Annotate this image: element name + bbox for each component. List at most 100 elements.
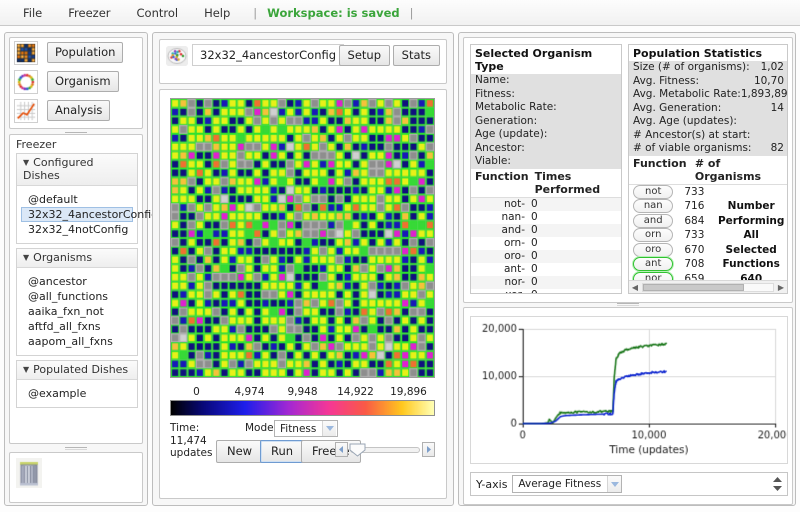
slider-thumb[interactable]	[349, 443, 366, 457]
toolbox-row-analysis[interactable]: Analysis	[10, 96, 142, 125]
mode-label: Mode	[245, 422, 274, 434]
population-grid-icon	[14, 41, 38, 65]
time-readout-line1: Time:	[170, 422, 222, 435]
menu-file[interactable]: File	[10, 3, 55, 23]
workspace-status: Workspace: is saved	[267, 6, 399, 20]
right-panel: Selected Organism Type Name:Fitness:Meta…	[458, 32, 796, 506]
fitness-chart[interactable]	[470, 316, 788, 464]
selected-organism-field: Ancestor:	[471, 142, 621, 156]
field-key: Generation:	[475, 115, 537, 129]
function-toggle-nan[interactable]: nan	[633, 199, 673, 213]
colorbar-tick: 9,948	[276, 386, 329, 398]
menu-freezer[interactable]: Freezer	[55, 3, 123, 23]
freezer-group-label: Configured Dishes	[23, 156, 93, 182]
row-function: nan-	[471, 211, 531, 224]
setup-button[interactable]: Setup	[339, 45, 390, 66]
analysis-button[interactable]: Analysis	[47, 100, 110, 121]
freezer-item[interactable]: aftfd_all_fxns	[21, 319, 133, 334]
freezer-item[interactable]: @default	[21, 192, 133, 207]
freezer-item[interactable]: @ancestor	[21, 274, 133, 289]
row-times: 0	[531, 198, 581, 211]
row-note: Functions	[715, 258, 787, 270]
y-axis-select[interactable]: Average Fitness	[512, 475, 622, 493]
organism-button[interactable]: Organism	[47, 71, 119, 92]
splitter-handle-bottom[interactable]	[65, 447, 87, 450]
colorbar-tick: 14,922	[329, 386, 382, 398]
field-key: Size (# of organisms):	[633, 61, 750, 75]
trash-can-icon[interactable]	[16, 458, 42, 488]
playback-slider[interactable]	[335, 442, 435, 458]
freezer-group-configured-dishes: ▼Configured Dishes @default32x32_4ancesto…	[16, 153, 138, 244]
splitter-handle-chart[interactable]	[617, 303, 639, 306]
mode-select-value: Fitness	[275, 423, 322, 435]
caret-down-icon[interactable]: ▼	[23, 158, 29, 167]
function-toggle-orn[interactable]: orn	[633, 228, 673, 242]
sot-col-function: Function	[475, 170, 529, 196]
freezer-group-body: @example	[17, 380, 137, 407]
y-axis-spinner[interactable]	[771, 474, 784, 494]
population-button[interactable]: Population	[47, 42, 123, 63]
menu-help[interactable]: Help	[191, 3, 243, 23]
row-organism-count: 670	[673, 244, 715, 256]
freezer-group-organisms: ▼Organisms @ancestor@all_functionsaaika_f…	[16, 248, 138, 356]
organism-ring-icon	[14, 70, 38, 94]
selected-organism-row: nan-0	[471, 211, 621, 224]
population-statistics-title: Population Statistics	[629, 45, 787, 61]
row-organism-count: 733	[673, 229, 715, 241]
caret-down-icon[interactable]: ▼	[23, 365, 29, 374]
function-toggle-oro[interactable]: oro	[633, 243, 673, 257]
chevron-down-icon-yaxis[interactable]	[607, 476, 621, 492]
freezer-item[interactable]: aaika_fxn_not	[21, 304, 133, 319]
toolbox-row-population[interactable]: Population	[10, 38, 142, 67]
mode-select[interactable]: Fitness	[274, 420, 338, 437]
freezer-group-header[interactable]: ▼Populated Dishes	[17, 361, 137, 380]
trash-panel[interactable]	[9, 452, 143, 503]
toolbox-row-organism[interactable]: Organism	[10, 67, 142, 96]
freezer-item[interactable]: 32x32_4ancestorConfig	[21, 207, 133, 222]
stats-button[interactable]: Stats	[393, 45, 440, 66]
function-toggle-ant[interactable]: ant	[633, 257, 673, 271]
population-grid[interactable]	[170, 98, 435, 378]
function-toggle-and[interactable]: and	[633, 214, 673, 228]
slider-right-arrow-icon[interactable]	[422, 442, 435, 457]
y-axis-control-bar: Y-axis Average Fitness	[470, 472, 788, 496]
hscroll-track[interactable]	[642, 283, 774, 292]
row-times: 0	[531, 237, 581, 250]
colorbar-tick: 19,896	[382, 386, 435, 398]
time-readout-line3: updates	[170, 447, 222, 460]
function-toggle-not[interactable]: not	[633, 185, 673, 199]
field-key: Avg. Fitness:	[633, 75, 699, 89]
new-button[interactable]: New	[216, 440, 263, 463]
row-times: 0	[531, 263, 581, 276]
hscroll-left-arrow-icon[interactable]: ◀	[629, 283, 641, 292]
freezer-item[interactable]: 32x32_4notConfig	[21, 222, 133, 237]
population-statistics-hscrollbar[interactable]: ◀ ▶	[629, 280, 787, 293]
population-statistics-row: not733	[629, 185, 787, 200]
freezer-item[interactable]: @all_functions	[21, 289, 133, 304]
time-readout-line2: 11,474	[170, 435, 222, 448]
ps-col-organisms: # of Organisms	[695, 157, 787, 183]
slider-left-arrow-icon[interactable]	[335, 442, 348, 457]
chevron-down-icon[interactable]	[322, 421, 336, 436]
menu-control[interactable]: Control	[124, 3, 192, 23]
freezer-item[interactable]: aapom_all_fxns	[21, 334, 133, 349]
field-key: Fitness:	[475, 88, 515, 102]
run-button[interactable]: Run	[260, 440, 304, 463]
row-note: Performing	[715, 215, 787, 227]
population-statistics-rows: not733nan716Numberand684Performingorn733…	[629, 185, 787, 295]
hscroll-thumb[interactable]	[643, 284, 744, 291]
selected-organism-table-header: Function Times Performed	[471, 169, 621, 198]
row-times: 0	[531, 224, 581, 237]
view-toolbox: Population Organism Analysis	[9, 37, 143, 129]
selected-organism-row: and-0	[471, 224, 621, 237]
dish-name-field[interactable]: 32x32_4ancestorConfig	[192, 44, 344, 66]
fitness-colorbar	[170, 400, 435, 416]
population-statistics-fields: Size (# of organisms):1,02Avg. Fitness:1…	[629, 61, 787, 156]
freezer-group-header[interactable]: ▼Organisms	[17, 249, 137, 268]
menu-bar: File Freezer Control Help | Workspace: i…	[0, 0, 800, 26]
hscroll-right-arrow-icon[interactable]: ▶	[775, 283, 787, 292]
freezer-group-header[interactable]: ▼Configured Dishes	[17, 154, 137, 186]
left-sidebar: Population Organism Analysis Freezer ▼Co…	[4, 32, 148, 506]
caret-down-icon[interactable]: ▼	[23, 253, 29, 262]
freezer-item[interactable]: @example	[21, 386, 133, 401]
